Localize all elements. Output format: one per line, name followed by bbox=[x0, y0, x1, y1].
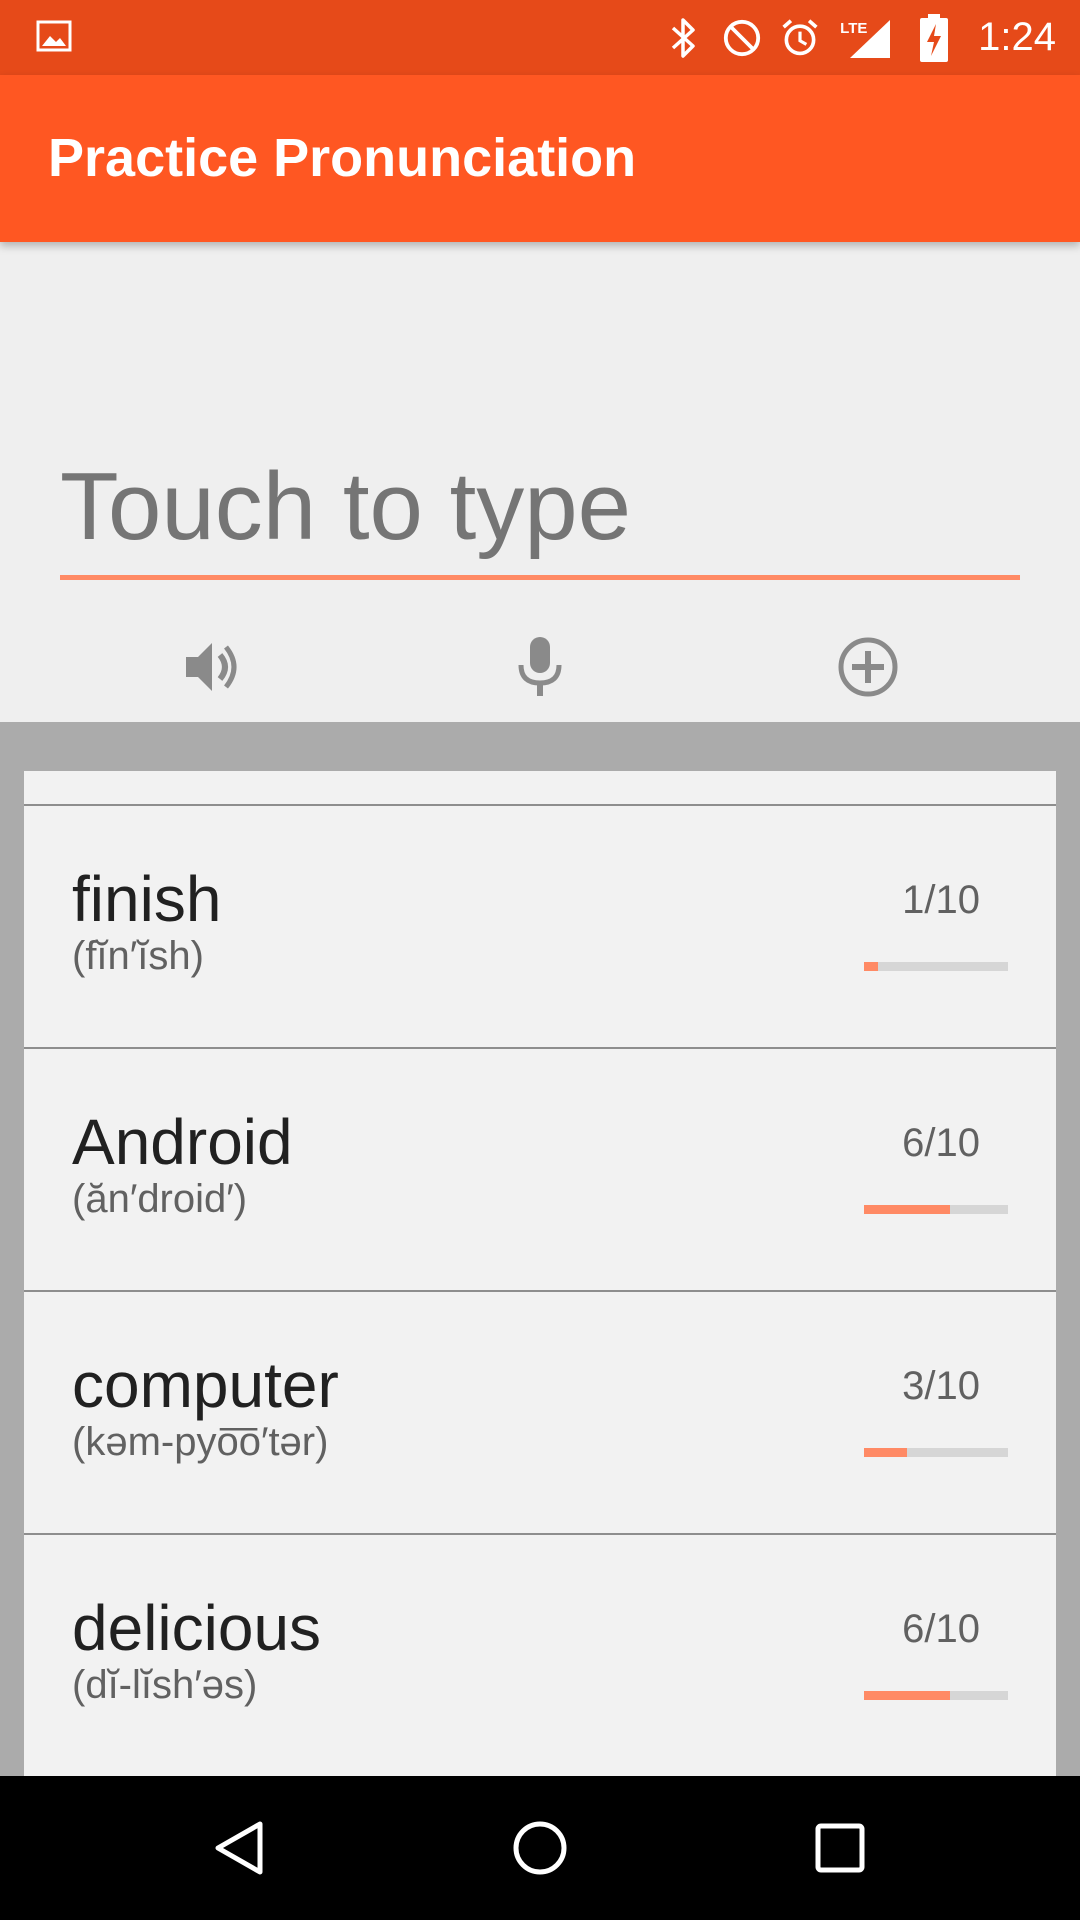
back-button[interactable] bbox=[204, 1812, 276, 1884]
score-progress-fill bbox=[864, 962, 879, 971]
word-text: delicious bbox=[72, 1592, 322, 1664]
score-progress-fill bbox=[864, 1691, 951, 1700]
word-list-area[interactable]: finish (fĭn′ĭsh) 1/10 Android (ăn′droid′… bbox=[0, 722, 1080, 1776]
word-score: 3/10 bbox=[902, 1364, 980, 1408]
recents-button[interactable] bbox=[804, 1812, 876, 1884]
score-progress-bar bbox=[864, 962, 1008, 971]
signal-icon: LTE bbox=[838, 18, 896, 58]
add-word-button[interactable] bbox=[828, 627, 908, 707]
word-item-android[interactable]: Android (ăn′droid′) 6/10 bbox=[24, 1049, 1056, 1292]
score-progress-fill bbox=[864, 1448, 908, 1457]
home-button[interactable] bbox=[504, 1812, 576, 1884]
back-icon bbox=[215, 1821, 263, 1875]
word-item-computer[interactable]: computer (kəm-pyo͞o′tər) 3/10 bbox=[24, 1292, 1056, 1535]
word-item-delicious[interactable]: delicious (dĭ-lĭsh′əs) 6/10 bbox=[24, 1535, 1056, 1776]
navigation-bar bbox=[0, 1776, 1080, 1920]
word-text: finish bbox=[72, 863, 222, 935]
status-time: 1:24 bbox=[978, 15, 1056, 59]
input-area bbox=[0, 242, 1080, 722]
app-title: Practice Pronunciation bbox=[48, 128, 637, 188]
microphone-button[interactable] bbox=[500, 627, 580, 707]
status-icons: LTE 1:24 bbox=[664, 0, 1056, 75]
score-progress-bar bbox=[864, 1205, 1008, 1214]
word-text: Android bbox=[72, 1106, 293, 1178]
word-phonetic: (dĭ-lĭsh′əs) bbox=[72, 1663, 258, 1707]
speak-button[interactable] bbox=[172, 627, 252, 707]
add-circle-icon bbox=[838, 637, 898, 697]
home-icon bbox=[513, 1821, 567, 1875]
microphone-icon bbox=[518, 637, 562, 696]
screen: LTE 1:24 Practice Pronunciation Touch to… bbox=[0, 0, 1080, 1920]
score-progress-bar bbox=[864, 1691, 1008, 1700]
word-score: 6/10 bbox=[902, 1607, 980, 1651]
word-phonetic: (ăn′droid′) bbox=[72, 1177, 248, 1221]
word-score: 1/10 bbox=[902, 878, 980, 922]
word-phonetic: (fĭn′ĭsh) bbox=[72, 934, 204, 978]
image-notification-icon bbox=[36, 18, 72, 54]
word-score: 6/10 bbox=[902, 1121, 980, 1165]
do-not-disturb-icon bbox=[722, 18, 762, 58]
word-input[interactable] bbox=[60, 452, 1020, 562]
volume-icon bbox=[186, 643, 237, 691]
score-progress-fill bbox=[864, 1205, 951, 1214]
battery-charging-icon bbox=[914, 13, 954, 62]
word-list: finish (fĭn′ĭsh) 1/10 Android (ăn′droid′… bbox=[24, 771, 1056, 1776]
status-bar: LTE 1:24 bbox=[0, 0, 1080, 75]
word-phonetic: (kəm-pyo͞o′tər) bbox=[72, 1420, 329, 1464]
network-type-label: LTE bbox=[840, 19, 868, 37]
input-underline bbox=[60, 575, 1020, 580]
app-bar: Practice Pronunciation bbox=[0, 75, 1080, 242]
word-item-finish[interactable]: finish (fĭn′ĭsh) 1/10 bbox=[24, 806, 1056, 1049]
score-progress-bar bbox=[864, 1448, 1008, 1457]
word-text: computer bbox=[72, 1349, 339, 1421]
alarm-icon bbox=[780, 18, 820, 58]
recents-icon bbox=[815, 1823, 865, 1873]
bluetooth-icon bbox=[664, 17, 704, 58]
